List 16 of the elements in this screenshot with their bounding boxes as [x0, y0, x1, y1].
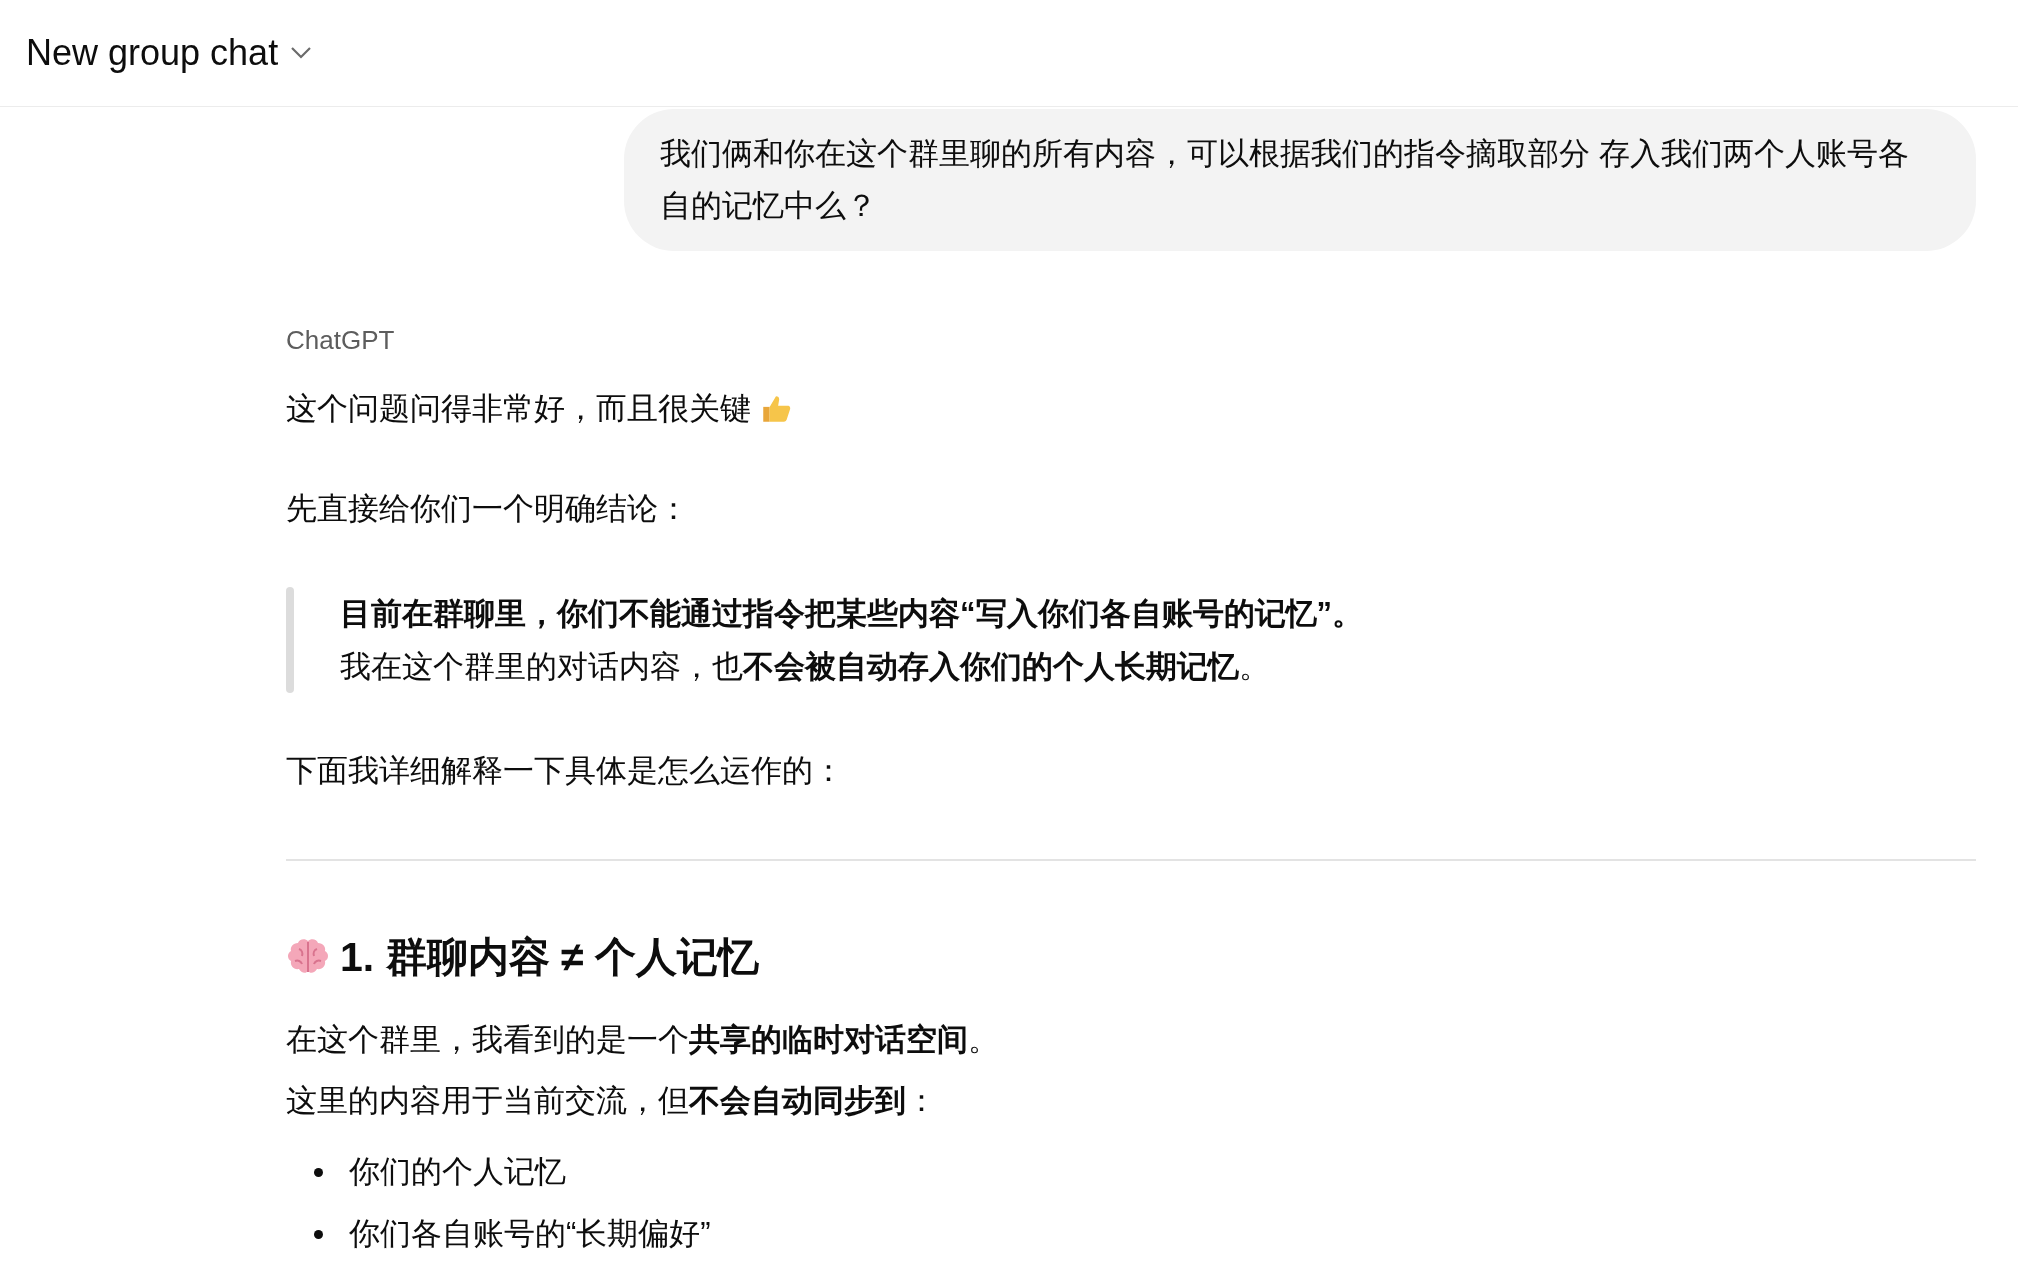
quote-line: 我在这个群里的对话内容，也不会被自动存入你们的个人长期记忆。 [340, 648, 1271, 686]
chat-title[interactable]: New group chat [26, 35, 279, 71]
chevron-down-icon[interactable] [290, 46, 313, 60]
author-label: ChatGPT [286, 327, 396, 353]
paragraph: 这个问题问得非常好，而且很关键 [286, 390, 751, 428]
paragraph: 下面我详细解释一下具体是怎么运作的： [286, 752, 844, 790]
quote-line: 目前在群聊里，你们不能通过指令把某些内容“写入你们各自账号的记忆”。 [340, 595, 1363, 633]
section-heading: 1. 群聊内容 ≠ 个人记忆 [340, 933, 759, 982]
list-item: 你们的个人记忆 [349, 1152, 566, 1191]
paragraph: 在这个群里，我看到的是一个共享的临时对话空间。 [286, 1021, 1000, 1059]
bullet-icon [314, 1229, 323, 1239]
bullet-icon [314, 1167, 323, 1177]
paragraph: 先直接给你们一个明确结论： [286, 490, 689, 528]
list-item: 你们各自账号的“长期偏好” [349, 1214, 711, 1253]
paragraph: 这里的内容用于当前交流，但不会自动同步到： [286, 1082, 938, 1120]
user-message: 我们俩和你在这个群里聊的所有内容，可以根据我们的指令摘取部分 存入我们两个人账号各自的记忆中么？ [624, 109, 1976, 251]
